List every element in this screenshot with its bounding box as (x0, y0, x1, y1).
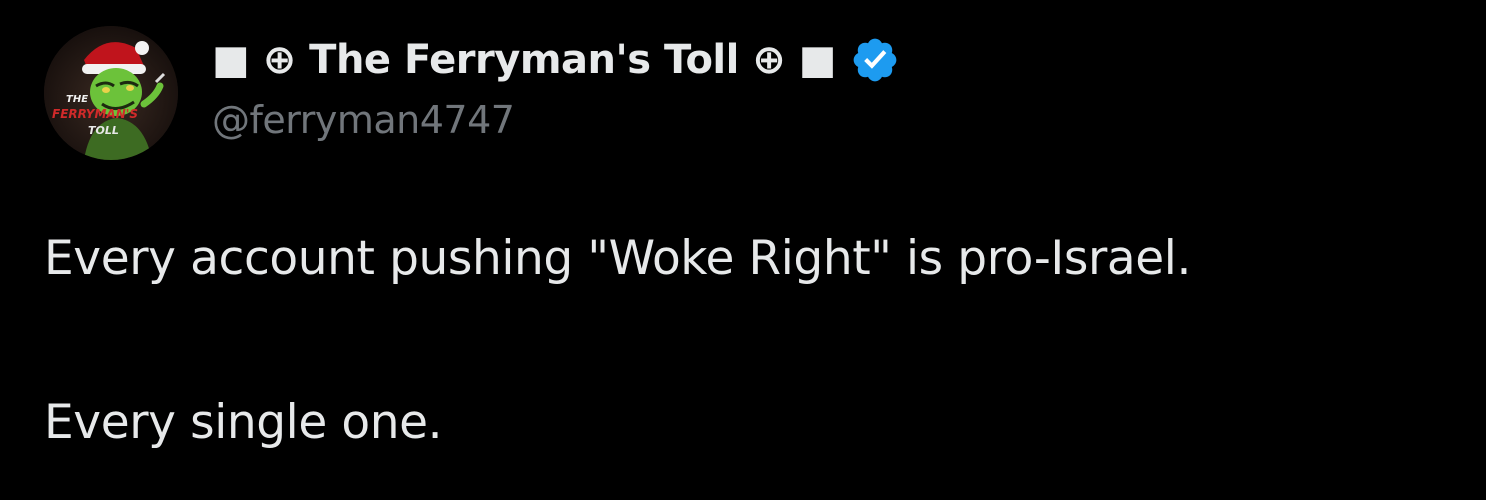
verified-badge-icon (850, 35, 900, 85)
tweet-header: ■ ⊕ The Ferryman's Toll ⊕ ■ @ferryman474… (212, 28, 900, 142)
tweet-card: THE FERRYMAN'S TOLL ■ ⊕ The Ferryman's T… (0, 0, 1486, 500)
author-name-row[interactable]: ■ ⊕ The Ferryman's Toll ⊕ ■ (212, 28, 900, 92)
svg-text:THE: THE (66, 94, 88, 105)
tweet-text: Every account pushing "Woke Right" is pr… (44, 218, 1191, 464)
svg-text:FERRYMAN'S: FERRYMAN'S (52, 107, 138, 121)
svg-text:TOLL: TOLL (88, 124, 119, 137)
tweet-paragraph: Every account pushing "Woke Right" is pr… (44, 231, 1192, 286)
avatar[interactable]: THE FERRYMAN'S TOLL (44, 26, 178, 160)
author-handle[interactable]: @ferryman4747 (212, 98, 900, 142)
tweet-paragraph: Every single one. (44, 395, 443, 450)
grinch-santa-avatar-icon: THE FERRYMAN'S TOLL (44, 26, 178, 160)
author-display-name[interactable]: ■ ⊕ The Ferryman's Toll ⊕ ■ (212, 37, 837, 83)
